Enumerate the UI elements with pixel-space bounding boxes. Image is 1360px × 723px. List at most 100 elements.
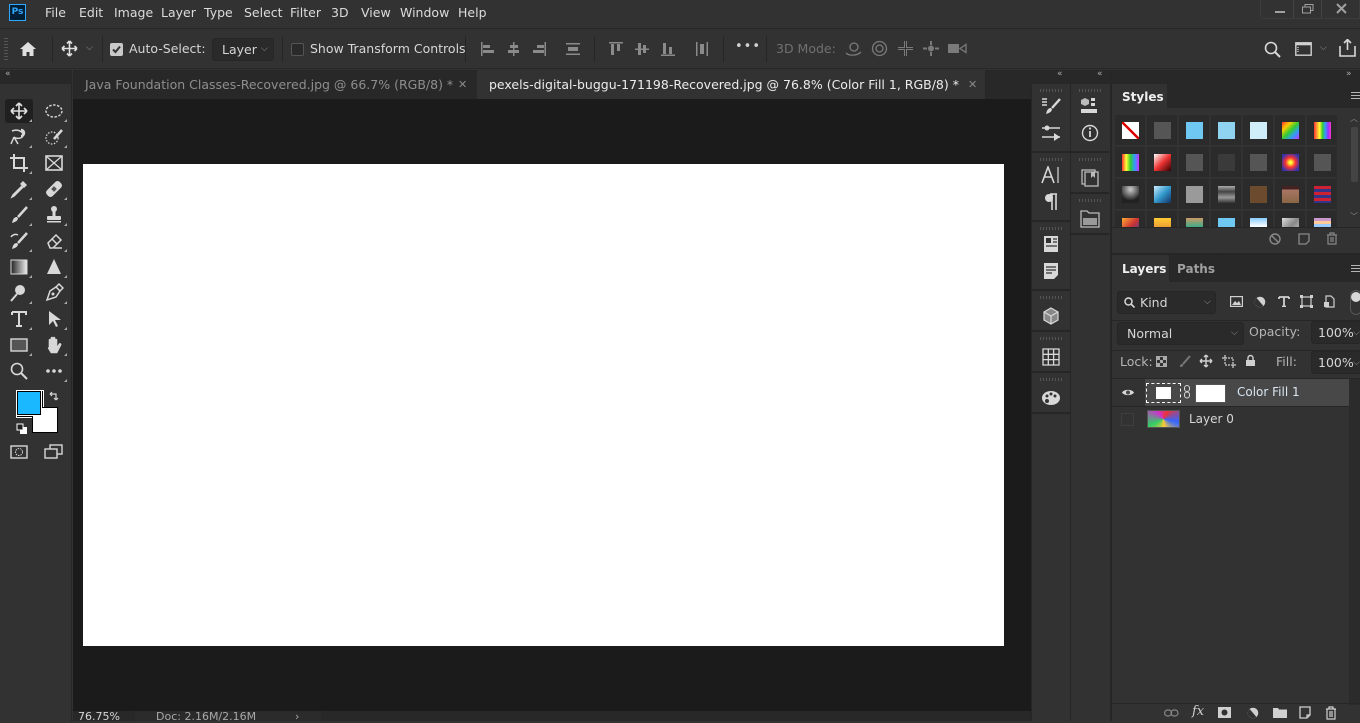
style-preset-swatch[interactable] [1243, 147, 1273, 177]
style-preset-swatch[interactable] [1211, 147, 1241, 177]
properties-icon[interactable] [1039, 232, 1063, 256]
layers-tab[interactable]: Layers [1112, 255, 1169, 283]
move-tool-preset-icon[interactable] [61, 40, 78, 57]
menu-window[interactable]: Window [400, 5, 449, 20]
foreground-color-top[interactable] [16, 390, 42, 416]
style-preset-swatch[interactable] [1211, 211, 1241, 227]
new-layer-icon[interactable] [1299, 706, 1311, 719]
filter-pixel-layers-icon[interactable] [1230, 296, 1243, 307]
style-preset-swatch[interactable] [1179, 179, 1209, 209]
status-menu-arrow-icon[interactable]: › [295, 711, 299, 723]
hand-tool[interactable] [40, 333, 68, 357]
style-preset-swatch[interactable] [1307, 115, 1337, 145]
tool-preset-chevron-icon[interactable]: ⌵ [86, 43, 93, 53]
share-icon[interactable] [1339, 39, 1356, 57]
dodge-tool[interactable] [5, 281, 33, 305]
delete-style-icon[interactable] [1326, 232, 1338, 245]
character-icon[interactable] [1039, 163, 1063, 187]
distribute-horizontal-icon[interactable] [694, 41, 710, 57]
workspace-icon[interactable] [1295, 42, 1312, 56]
close-window-button[interactable] [1321, 0, 1360, 18]
color-palette-icon[interactable] [1039, 386, 1063, 410]
more-options-button[interactable]: ••• [735, 39, 761, 54]
drag-3d-icon[interactable] [897, 40, 914, 57]
move-tool[interactable] [5, 99, 33, 123]
roll-3d-icon[interactable] [871, 40, 888, 57]
style-preset-swatch[interactable] [1147, 211, 1177, 227]
orbit-3d-icon[interactable] [844, 41, 862, 57]
layer-visibility-toggle-hidden[interactable] [1121, 413, 1134, 426]
type-tool[interactable] [5, 307, 33, 331]
clear-style-icon[interactable] [1269, 233, 1281, 245]
align-top-edges-icon[interactable] [608, 41, 624, 57]
style-preset-swatch[interactable] [1275, 115, 1305, 145]
pen-tool[interactable] [40, 281, 68, 305]
styles-panel-menu-icon[interactable] [1351, 92, 1360, 100]
auto-select-target-dropdown[interactable]: Layer ⌵ [212, 38, 274, 61]
close-tab-icon[interactable]: ✕ [968, 70, 977, 99]
filter-smart-objects-icon[interactable] [1323, 295, 1335, 308]
style-preset-swatch[interactable] [1275, 211, 1305, 227]
options-bar-grip[interactable] [4, 38, 8, 60]
healing-brush-tool[interactable] [40, 177, 68, 201]
style-preset-swatch[interactable] [1147, 115, 1177, 145]
style-preset-swatch[interactable] [1179, 211, 1209, 227]
layer-name[interactable]: Color Fill 1 [1237, 385, 1300, 399]
style-preset-swatch[interactable] [1147, 179, 1177, 209]
style-preset-swatch[interactable] [1307, 179, 1337, 209]
menu-select[interactable]: Select [244, 5, 283, 20]
delete-layer-icon[interactable] [1325, 706, 1337, 720]
rectangle-tool[interactable] [5, 333, 33, 357]
collapse-toolbar-icon[interactable]: « [5, 69, 11, 79]
scale-3d-icon[interactable] [948, 42, 968, 55]
home-icon[interactable] [19, 41, 37, 57]
fx-icon[interactable]: fx [1192, 704, 1204, 719]
menu-layer[interactable]: Layer [161, 5, 196, 20]
dock-collapse-strip-1[interactable]: « [1031, 69, 1071, 84]
style-preset-swatch[interactable] [1211, 115, 1241, 145]
adjustment-layer-icon[interactable] [1247, 707, 1259, 719]
libraries-icon[interactable] [1078, 94, 1102, 118]
layer-comps-icon[interactable] [1078, 207, 1102, 231]
history-brush-tool[interactable] [5, 229, 33, 253]
auto-select-checkbox[interactable] [110, 43, 123, 56]
new-style-icon[interactable] [1298, 233, 1310, 245]
menu-image[interactable]: Image [114, 5, 153, 20]
style-preset-swatch[interactable] [1243, 115, 1273, 145]
slide-3d-icon[interactable] [922, 40, 940, 57]
document-canvas[interactable] [83, 164, 1004, 646]
align-horizontal-centers-icon[interactable] [506, 41, 521, 57]
eraser-tool[interactable] [40, 229, 68, 253]
paragraph-icon[interactable] [1039, 190, 1063, 214]
menu-filter[interactable]: Filter [290, 5, 321, 20]
adjustments-sliders-icon[interactable] [1039, 121, 1063, 145]
menu-help[interactable]: Help [458, 5, 487, 20]
styles-tab[interactable]: Styles [1112, 84, 1167, 109]
blend-mode-dropdown[interactable]: Normal ⌵ [1117, 322, 1244, 345]
add-mask-icon[interactable] [1218, 707, 1231, 718]
fill-slider-chevron-icon[interactable]: ⌵ [1353, 358, 1360, 368]
gradient-tool[interactable] [5, 255, 33, 279]
style-preset-swatch[interactable] [1115, 115, 1145, 145]
info-icon[interactable] [1078, 121, 1102, 145]
frame-tool[interactable] [40, 151, 68, 175]
filter-adjustment-layers-icon[interactable] [1254, 296, 1266, 308]
style-preset-swatch[interactable] [1211, 179, 1241, 209]
search-icon[interactable] [1264, 41, 1281, 58]
style-preset-swatch[interactable] [1147, 147, 1177, 177]
opacity-slider-chevron-icon[interactable]: ⌵ [1353, 328, 1360, 338]
style-preset-swatch[interactable] [1243, 179, 1273, 209]
panels-collapse-strip[interactable]: » [1112, 69, 1360, 84]
dock-collapse-strip-2[interactable]: « [1071, 69, 1111, 84]
toolbar-collapse-strip[interactable]: « [0, 69, 72, 84]
styles-scrollbar-thumb[interactable] [1351, 127, 1358, 182]
document-tab-inactive[interactable]: Java Foundation Classes-Recovered.jpg @ … [73, 70, 477, 99]
style-preset-swatch[interactable] [1179, 147, 1209, 177]
menu-file[interactable]: File [45, 5, 66, 20]
expand-panels-icon[interactable]: » [1346, 69, 1352, 79]
menu-view[interactable]: View [361, 5, 391, 20]
grid-icon[interactable] [1039, 345, 1063, 369]
style-preset-swatch[interactable] [1243, 211, 1273, 227]
styles-scrollbar[interactable]: ︿ ﹀ [1350, 114, 1358, 227]
zoom-level-readout[interactable]: 76.75% [78, 711, 120, 723]
